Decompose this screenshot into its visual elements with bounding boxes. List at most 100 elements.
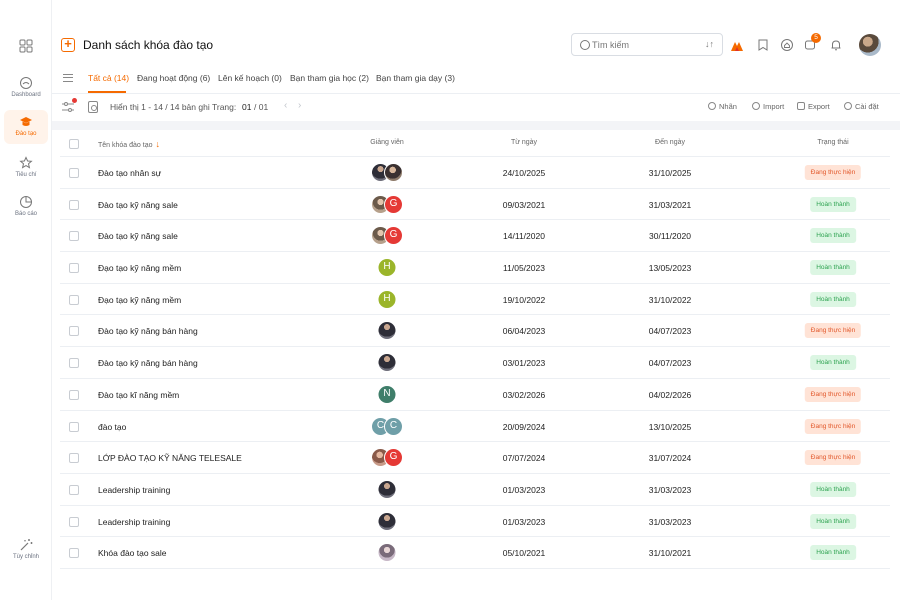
end-date: 30/11/2020 <box>649 231 691 242</box>
menu-icon[interactable] <box>63 74 73 82</box>
bell-icon[interactable] <box>829 38 843 52</box>
start-date: 01/03/2023 <box>502 484 546 495</box>
end-date: 31/07/2024 <box>648 453 692 464</box>
instructor-avatars: G <box>371 226 403 246</box>
end-date: 31/10/2022 <box>648 294 692 305</box>
bookmark-icon[interactable] <box>756 38 770 52</box>
start-date: 05/10/2021 <box>502 548 546 559</box>
page-current[interactable]: 01 <box>242 102 251 112</box>
select-all-checkbox[interactable] <box>69 139 79 149</box>
end-date: 31/10/2021 <box>648 548 692 559</box>
instructor-avatars: G <box>371 194 403 215</box>
column-header-to: Đến ngày <box>655 139 685 146</box>
course-name[interactable]: Đào tạo kỹ năng bán hàng <box>98 358 198 368</box>
search-input[interactable] <box>592 37 692 53</box>
label-button[interactable]: Nhãn <box>708 102 737 111</box>
tabs-bar: Tất cả (14) Đang hoạt động (6) Lên kế ho… <box>52 64 900 94</box>
sort-desc-icon[interactable]: ↓ <box>156 139 161 149</box>
brand-logo-icon[interactable] <box>730 38 744 52</box>
row-checkbox[interactable] <box>69 453 79 464</box>
column-header-name[interactable]: Tên khóa đào tạo ↓ <box>98 139 160 149</box>
course-name[interactable]: Đạo tạo kỹ năng mềm <box>98 263 181 273</box>
sidebar-item-label: Dashboard <box>11 92 41 98</box>
end-date: 31/03/2023 <box>648 484 692 495</box>
settings-button[interactable]: Cài đặt <box>844 102 879 111</box>
prev-page-button[interactable]: ‹ <box>284 100 287 111</box>
table-row[interactable]: Đào tạo kỹ năng bán hàng 03/01/2023 04/07/… <box>60 347 890 379</box>
row-checkbox[interactable] <box>69 294 79 305</box>
user-avatar[interactable] <box>859 34 881 56</box>
start-date: 14/11/2020 <box>503 231 545 242</box>
avatar: G <box>384 194 403 214</box>
tab-all[interactable]: Tất cả (14) <box>88 73 129 83</box>
page-title: Danh sách khóa đào tạo <box>83 38 214 52</box>
row-checkbox[interactable] <box>69 358 79 369</box>
course-name[interactable]: LỚP ĐÀO TẠO KỸ NĂNG TELESALE <box>98 453 242 463</box>
table-row[interactable]: Đào tạo kỹ năng sale G 14/11/2020 30/11/202… <box>60 220 890 253</box>
home-icon[interactable] <box>780 38 794 52</box>
course-name[interactable]: Leadership training <box>98 485 170 495</box>
table-row[interactable]: Leadership training 01/03/2023 31/03/2023 H… <box>60 506 890 538</box>
row-checkbox[interactable] <box>69 231 79 242</box>
row-checkbox[interactable] <box>69 263 79 274</box>
course-name[interactable]: đào tạo <box>98 422 126 432</box>
table-row[interactable]: Đào tạo kĩ năng mềm N 03/02/2026 04/02/2026… <box>60 379 890 411</box>
instructor-avatars <box>377 479 397 500</box>
search-box[interactable]: ↓↑ <box>571 33 723 56</box>
search-icon <box>580 40 590 50</box>
start-date: 03/02/2026 <box>502 389 546 400</box>
row-checkbox[interactable] <box>69 548 79 559</box>
instructor-avatars <box>377 511 397 532</box>
sidebar-item-dashboard[interactable]: Dashboard <box>0 76 52 98</box>
instructor-avatars: CC <box>371 416 403 437</box>
sidebar-item-training[interactable]: Đào tạo <box>0 115 52 137</box>
table-row[interactable]: Đạo tạo kỹ năng mềm H 11/05/2023 13/05/2023… <box>60 252 890 284</box>
course-name[interactable]: Đào tạo kỹ năng sale <box>98 231 178 241</box>
table-row[interactable]: Đào tạo kỹ năng sale G 09/03/2021 31/03/202… <box>60 189 890 221</box>
row-checkbox[interactable] <box>69 421 79 432</box>
instructor-avatars <box>371 163 403 183</box>
course-name[interactable]: Đạo tạo kỹ năng mềm <box>98 295 181 305</box>
sidebar-item-criteria[interactable]: Tiêu chí <box>0 156 52 178</box>
row-checkbox[interactable] <box>69 199 79 210</box>
course-name[interactable]: Đào tạo kỹ năng sale <box>98 200 178 210</box>
sidebar-item-customize[interactable]: Tùy chỉnh <box>0 538 52 560</box>
course-name[interactable]: Đào tạo kỹ năng bán hàng <box>98 326 198 336</box>
end-date: 31/03/2021 <box>648 199 692 210</box>
next-page-button[interactable]: › <box>298 100 301 111</box>
end-date: 13/10/2025 <box>648 421 692 432</box>
end-date: 04/07/2023 <box>648 326 692 337</box>
course-name[interactable]: Đào tạo nhân sự <box>98 168 161 178</box>
row-checkbox[interactable] <box>69 516 79 527</box>
row-checkbox[interactable] <box>69 389 79 400</box>
table-row[interactable]: Khóa đào tạo sale 05/10/2021 31/10/2021 Hoà… <box>60 537 890 569</box>
table-row[interactable]: Đào tạo nhân sự 24/10/2025 31/10/2025 Đang … <box>60 157 890 189</box>
table-row[interactable]: Đạo tạo kỹ năng mềm H 19/10/2022 31/10/2022… <box>60 284 890 316</box>
tab-active[interactable]: Đang hoạt động (6) <box>137 73 210 83</box>
course-name[interactable]: Đào tạo kĩ năng mềm <box>98 390 179 400</box>
tab-planned[interactable]: Lên kế hoạch (0) <box>218 73 282 83</box>
sort-toggle[interactable]: ↓↑ <box>705 39 714 49</box>
table-body: Đào tạo nhân sự 24/10/2025 31/10/2025 Đang … <box>60 157 890 569</box>
toolbar: Hiển thị 1 - 14 / 14 bản ghi Trang: 01 /… <box>52 94 900 121</box>
export-button[interactable]: Export <box>797 102 830 111</box>
filter-icon[interactable] <box>62 102 74 112</box>
row-checkbox[interactable] <box>69 484 79 495</box>
table-row[interactable]: Leadership training 01/03/2023 31/03/2023 H… <box>60 474 890 506</box>
table-row[interactable]: đào tạo C C 20/09/2024 13/10/2025 Đang thực h… <box>60 411 890 443</box>
apps-grid-icon[interactable] <box>19 39 33 53</box>
status-badge: Hoàn thành <box>810 481 856 497</box>
view-toggle-icon[interactable] <box>88 101 98 113</box>
course-name[interactable]: Khóa đào tạo sale <box>98 548 167 558</box>
tab-learning[interactable]: Bạn tham gia học (2) <box>290 73 369 83</box>
table-row[interactable]: LỚP ĐÀO TẠO KỸ NĂNG TELESALE G 07/07/2024 3… <box>60 442 890 474</box>
row-checkbox[interactable] <box>69 326 79 337</box>
course-name[interactable]: Leadership training <box>98 517 170 527</box>
tab-teaching[interactable]: Bạn tham gia dạy (3) <box>376 73 455 83</box>
import-button[interactable]: Import <box>752 102 784 111</box>
row-checkbox[interactable] <box>69 168 79 178</box>
table-row[interactable]: Đào tạo kỹ năng bán hàng 06/04/2023 04/07/… <box>60 315 890 348</box>
table-top-spacer <box>52 121 900 130</box>
sidebar-item-reports[interactable]: Báo cáo <box>0 195 52 217</box>
add-course-button[interactable]: + <box>61 37 75 52</box>
